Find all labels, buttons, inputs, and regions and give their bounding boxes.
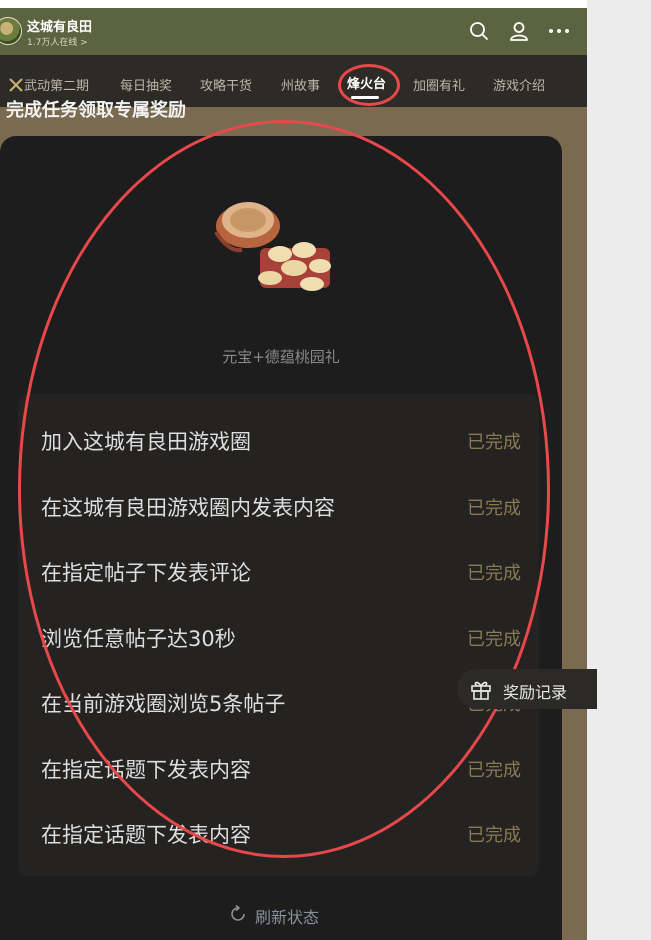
tab-daily-draw[interactable]: 每日抽奖 [120,75,172,94]
reward-record-button[interactable]: 奖励记录 [457,669,597,709]
tab-join-gift[interactable]: 加圈有礼 [413,75,465,94]
tab-guides[interactable]: 攻略干货 [200,75,252,94]
avatar[interactable] [0,17,22,45]
list-item: 加入这城有良田游戏圈 已完成 [41,418,521,458]
app-title: 这城有良田 [27,20,93,35]
list-item: 在指定话题下发表内容 已完成 [41,811,521,851]
task-status: 已完成 [467,629,521,650]
task-status: 已完成 [467,498,521,519]
list-item: 在当前游戏圈浏览5条帖子 已完成 [41,680,521,720]
list-item: 在指定话题下发表内容 已完成 [41,746,521,786]
task-panel: 元宝+德蕴桃园礼 加入这城有良田游戏圈 已完成 在这城有良田游戏圈内发表内容 已… [0,136,562,940]
user-icon[interactable] [508,20,530,42]
task-name: 在指定话题下发表内容 [41,823,251,847]
task-name: 在当前游戏圈浏览5条帖子 [41,692,286,716]
top-strip [0,0,587,8]
search-icon[interactable] [468,20,490,42]
task-name: 在这城有良田游戏圈内发表内容 [41,496,335,520]
task-status: 已完成 [467,760,521,781]
reward-image [214,202,331,291]
refresh-icon [231,904,245,921]
tab-stories[interactable]: 州故事 [281,75,320,94]
app-window: 这城有良田 1.7万人在线 > 武动第二期 每日抽奖 攻略干货 州故事 烽火台 … [0,0,587,940]
tab-wudong[interactable]: 武动第二期 [8,75,89,94]
tab-label: 武动第二期 [24,79,90,94]
task-name: 在指定帖子下发表评论 [41,561,251,585]
section-heading: 完成任务领取专属奖励 [6,100,186,121]
online-count[interactable]: 1.7万人在线 > [27,35,88,48]
list-item: 在指定帖子下发表评论 已完成 [41,549,521,589]
refresh-label: 刷新状态 [255,908,320,927]
task-name: 加入这城有良田游戏圈 [41,430,251,454]
list-item: 在这城有良田游戏圈内发表内容 已完成 [41,484,521,524]
task-status: 已完成 [467,563,521,584]
list-item: 浏览任意帖子达30秒 已完成 [41,615,521,655]
task-name: 在指定话题下发表内容 [41,758,251,782]
more-icon[interactable] [548,20,570,42]
task-name: 浏览任意帖子达30秒 [41,627,236,651]
gift-icon [471,681,491,700]
tab-game-intro[interactable]: 游戏介绍 [493,75,545,94]
task-status: 已完成 [467,825,521,846]
annotation-circle-tab [338,64,400,106]
task-status: 已完成 [467,432,521,453]
reward-record-label: 奖励记录 [503,683,568,702]
task-list: 加入这城有良田游戏圈 已完成 在这城有良田游戏圈内发表内容 已完成 在指定帖子下… [18,394,539,876]
reward-name: 元宝+德蕴桃园礼 [222,348,340,366]
crossed-swords-icon [9,78,23,92]
header-bar: 这城有良田 1.7万人在线 > [0,8,587,55]
